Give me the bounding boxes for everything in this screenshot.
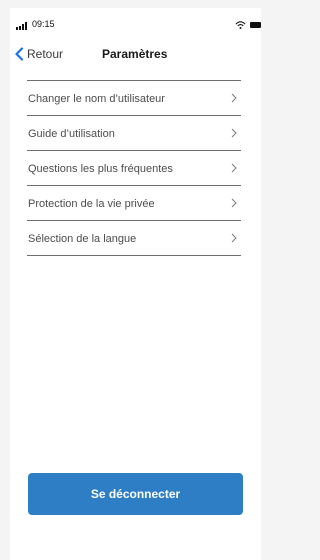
settings-item-label: Protection de la vie privée <box>28 198 155 210</box>
chevron-right-icon <box>231 233 237 243</box>
settings-item-label: Sélection de la langue <box>28 233 137 245</box>
settings-item-user-guide[interactable]: Guide d’utilisation <box>27 116 241 151</box>
back-label: Retour <box>27 47 64 61</box>
chevron-right-icon <box>231 128 237 138</box>
signal-icon <box>16 22 29 30</box>
settings-item-change-username[interactable]: Changer le nom d’utilisateur <box>27 81 241 116</box>
settings-item-label: Guide d’utilisation <box>28 128 115 140</box>
settings-item-faq[interactable]: Questions les plus fréquentes <box>27 151 241 186</box>
chevron-right-icon <box>231 163 237 173</box>
phone-screen: 09:15 Retour Paramètres Changer le nom d… <box>0 0 261 560</box>
chevron-left-icon <box>15 47 24 61</box>
settings-item-privacy[interactable]: Protection de la vie privée <box>27 186 241 221</box>
chevron-right-icon <box>231 198 237 208</box>
chevron-right-icon <box>231 93 237 103</box>
status-bar: 09:15 <box>10 8 261 38</box>
battery-icon <box>250 22 261 28</box>
logout-button[interactable]: Se déconnecter <box>28 473 243 515</box>
status-time: 09:15 <box>32 19 55 29</box>
page-title: Paramètres <box>102 47 168 61</box>
wifi-icon <box>235 21 246 30</box>
back-button[interactable]: Retour <box>14 45 63 63</box>
settings-item-language[interactable]: Sélection de la langue <box>27 221 241 256</box>
settings-list: Changer le nom d’utilisateur Guide d’uti… <box>27 80 241 256</box>
settings-item-label: Questions les plus fréquentes <box>28 163 173 175</box>
settings-item-label: Changer le nom d’utilisateur <box>28 93 165 105</box>
